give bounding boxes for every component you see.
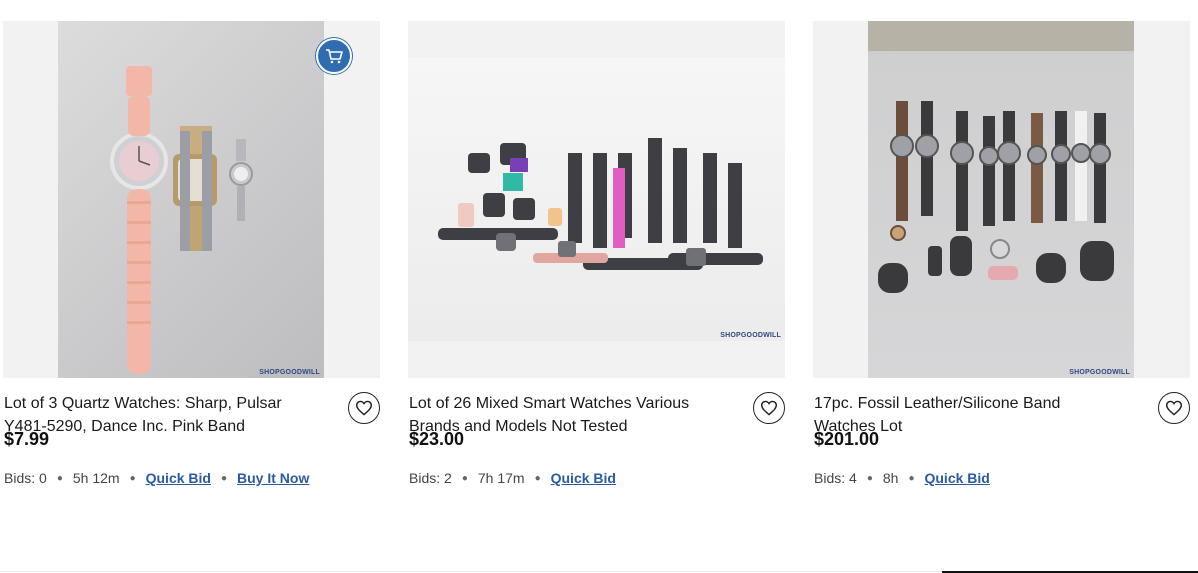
bid-count: Bids: 4	[814, 470, 857, 486]
buy-it-now-link[interactable]: Buy It Now	[237, 470, 309, 486]
heart-icon[interactable]	[348, 392, 380, 424]
quick-bid-link[interactable]: Quick Bid	[146, 470, 211, 486]
listing-image[interactable]: SHOPGOODWILL	[408, 21, 785, 378]
listing-card[interactable]: SHOPGOODWILL Lot of 3 Quartz Watches: Sh…	[3, 21, 380, 456]
separator: ●	[866, 473, 873, 484]
divider	[0, 571, 942, 572]
separator: ●	[129, 473, 136, 484]
watch-photo: SHOPGOODWILL	[868, 21, 1134, 378]
listing-card[interactable]: SHOPGOODWILL Lot of 26 Mixed Smart Watch…	[408, 21, 785, 456]
separator: ●	[56, 473, 63, 484]
separator: ●	[908, 473, 915, 484]
bid-count: Bids: 2	[409, 470, 452, 486]
watch-photo: SHOPGOODWILL	[58, 21, 324, 378]
listing-price: $201.00	[814, 429, 880, 449]
quick-bid-link[interactable]: Quick Bid	[924, 470, 989, 486]
heart-icon[interactable]	[753, 392, 785, 424]
listing-image[interactable]: SHOPGOODWILL	[813, 21, 1190, 378]
time-left: 5h 12m	[72, 470, 120, 486]
separator: ●	[461, 473, 468, 484]
listing-meta: Bids: 2 ● 7h 17m ● Quick Bid	[409, 470, 616, 486]
watch-photo: SHOPGOODWILL	[408, 58, 785, 341]
quick-bid-link[interactable]: Quick Bid	[551, 470, 616, 486]
listing-image[interactable]: SHOPGOODWILL	[3, 21, 380, 378]
listing-meta: Bids: 0 ● 5h 12m ● Quick Bid ● Buy It Now	[4, 470, 309, 486]
cart-icon[interactable]	[316, 38, 352, 74]
bid-count: Bids: 0	[4, 470, 47, 486]
separator: ●	[534, 473, 541, 484]
listing-grid: SHOPGOODWILL Lot of 3 Quartz Watches: Sh…	[0, 0, 1198, 573]
watermark-logo: SHOPGOODWILL	[259, 369, 320, 376]
heart-icon[interactable]	[1158, 392, 1190, 424]
listing-meta: Bids: 4 ● 8h ● Quick Bid	[814, 470, 990, 486]
listing-card[interactable]: SHOPGOODWILL 17pc. Fossil Leather/Silico…	[813, 21, 1190, 456]
listing-price: $23.00	[409, 429, 465, 449]
watermark-logo: SHOPGOODWILL	[720, 332, 781, 339]
watermark-logo: SHOPGOODWILL	[1069, 369, 1130, 376]
time-left: 8h	[882, 470, 899, 486]
time-left: 7h 17m	[477, 470, 525, 486]
listing-price: $7.99	[4, 429, 50, 449]
separator: ●	[220, 473, 228, 484]
